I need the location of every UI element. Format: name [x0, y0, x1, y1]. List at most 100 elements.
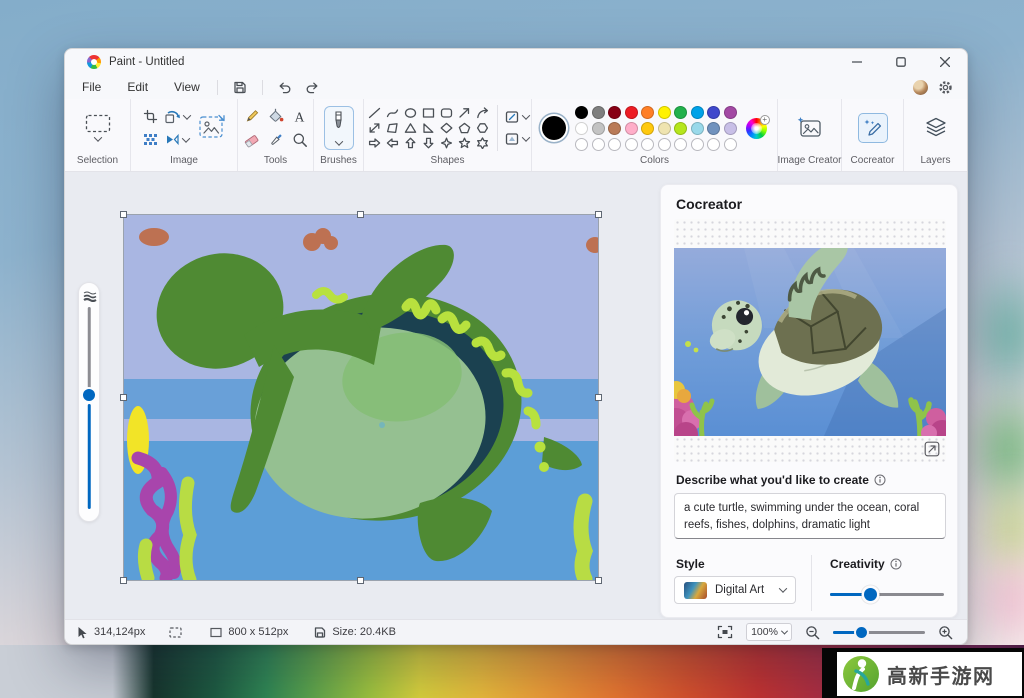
resize-icon[interactable]: [143, 133, 158, 146]
eraser-icon[interactable]: [243, 133, 260, 148]
eyedropper-icon[interactable]: [268, 132, 284, 148]
shape-up-block-arrow[interactable]: [402, 136, 418, 150]
color-swatch[interactable]: [608, 122, 621, 135]
shape-line[interactable]: [366, 106, 382, 120]
chevron-down-icon[interactable]: [183, 111, 191, 119]
zoom-slider[interactable]: [833, 626, 925, 638]
shape-down-block-arrow[interactable]: [420, 136, 436, 150]
selection-handle[interactable]: [120, 211, 127, 218]
fit-to-window-icon[interactable]: [717, 625, 733, 639]
undo-icon[interactable]: [273, 77, 297, 97]
cocreator-button[interactable]: [858, 113, 888, 143]
fill-bucket-icon[interactable]: [267, 108, 284, 124]
color-swatch[interactable]: [707, 106, 720, 119]
color-swatch[interactable]: [658, 122, 671, 135]
shape-oval[interactable]: [402, 106, 418, 120]
zoom-slider-thumb[interactable]: [856, 627, 867, 638]
minimize-button[interactable]: [835, 49, 879, 75]
selection-handle[interactable]: [595, 394, 602, 401]
custom-color-slot[interactable]: [707, 138, 720, 151]
zoom-level-dropdown[interactable]: 100%: [746, 623, 792, 641]
prompt-input[interactable]: a cute turtle, swimming under the ocean,…: [674, 493, 946, 539]
color-swatch[interactable]: [625, 106, 638, 119]
custom-color-slot[interactable]: [691, 138, 704, 151]
color-swatch[interactable]: [592, 106, 605, 119]
shape-arrow[interactable]: [456, 106, 472, 120]
zoom-out-icon[interactable]: [805, 625, 820, 640]
color-swatch[interactable]: [641, 106, 654, 119]
selection-handle[interactable]: [120, 577, 127, 584]
custom-color-slot[interactable]: [641, 138, 654, 151]
shape-rectangle[interactable]: [420, 106, 436, 120]
color-swatch[interactable]: [608, 106, 621, 119]
shape-four-point-star[interactable]: [438, 136, 454, 150]
shape-left-block-arrow[interactable]: [384, 136, 400, 150]
menu-view[interactable]: View: [165, 77, 209, 97]
selection-handle[interactable]: [595, 577, 602, 584]
chevron-down-icon[interactable]: [522, 133, 530, 141]
magnifier-icon[interactable]: [292, 132, 308, 148]
chevron-down-icon[interactable]: [334, 137, 342, 145]
generated-turtle-image[interactable]: [674, 248, 946, 436]
custom-color-slot[interactable]: [658, 138, 671, 151]
menu-edit[interactable]: Edit: [118, 77, 157, 97]
shape-pentagon[interactable]: [456, 121, 472, 135]
shape-five-point-star[interactable]: [456, 136, 472, 150]
shape-quadrilateral[interactable]: [384, 121, 400, 135]
shape-fill-button[interactable]: [505, 132, 529, 146]
custom-color-slot[interactable]: [674, 138, 687, 151]
custom-color-slot[interactable]: [592, 138, 605, 151]
selection-handle[interactable]: [357, 211, 364, 218]
chevron-down-icon[interactable]: [93, 133, 101, 141]
edit-colors-wheel[interactable]: +: [746, 118, 767, 139]
info-icon[interactable]: [890, 558, 902, 570]
color-swatch[interactable]: [575, 106, 588, 119]
shape-two-way-arrow[interactable]: [366, 121, 382, 135]
shape-outline-button[interactable]: [505, 110, 529, 124]
color-swatch[interactable]: [691, 106, 704, 119]
selection-handle[interactable]: [120, 394, 127, 401]
pencil-icon[interactable]: [244, 108, 260, 124]
save-icon[interactable]: [228, 77, 252, 97]
selection-handle[interactable]: [595, 211, 602, 218]
layers-icon[interactable]: [924, 117, 948, 139]
shape-right-block-arrow[interactable]: [366, 136, 382, 150]
canvas[interactable]: [124, 215, 598, 580]
thickness-slider[interactable]: [88, 307, 91, 509]
custom-color-slot[interactable]: [608, 138, 621, 151]
shape-hexagon[interactable]: [474, 121, 490, 135]
style-dropdown[interactable]: Digital Art: [674, 576, 796, 604]
shape-triangle[interactable]: [402, 121, 418, 135]
crop-icon[interactable]: [143, 109, 158, 124]
creativity-slider[interactable]: [830, 588, 944, 600]
color-swatch[interactable]: [625, 122, 638, 135]
selection-handle[interactable]: [357, 577, 364, 584]
remove-background-icon[interactable]: [198, 113, 228, 143]
info-icon[interactable]: [874, 474, 886, 486]
color-swatch[interactable]: [641, 122, 654, 135]
shape-curve[interactable]: [384, 106, 400, 120]
redo-icon[interactable]: [301, 77, 325, 97]
selected-color-swatch[interactable]: [542, 116, 566, 140]
color-swatch[interactable]: [691, 122, 704, 135]
shape-right-triangle[interactable]: [420, 121, 436, 135]
menu-file[interactable]: File: [73, 77, 110, 97]
color-swatch[interactable]: [724, 106, 737, 119]
flip-button[interactable]: [165, 133, 189, 146]
chevron-down-icon[interactable]: [182, 134, 190, 142]
expand-image-icon[interactable]: [924, 441, 940, 457]
settings-gear-icon[interactable]: [938, 80, 953, 95]
zoom-in-icon[interactable]: [938, 625, 953, 640]
account-avatar[interactable]: [913, 80, 928, 95]
shape-curved-arrow[interactable]: [474, 106, 490, 120]
custom-color-slot[interactable]: [575, 138, 588, 151]
custom-color-slot[interactable]: [724, 138, 737, 151]
thickness-slider-thumb[interactable]: [83, 389, 95, 401]
color-swatch[interactable]: [592, 122, 605, 135]
color-swatch[interactable]: [674, 106, 687, 119]
color-swatch[interactable]: [707, 122, 720, 135]
creativity-slider-thumb[interactable]: [864, 588, 877, 601]
custom-color-slot[interactable]: [625, 138, 638, 151]
image-creator-icon[interactable]: [797, 116, 823, 140]
chevron-down-icon[interactable]: [522, 111, 530, 119]
